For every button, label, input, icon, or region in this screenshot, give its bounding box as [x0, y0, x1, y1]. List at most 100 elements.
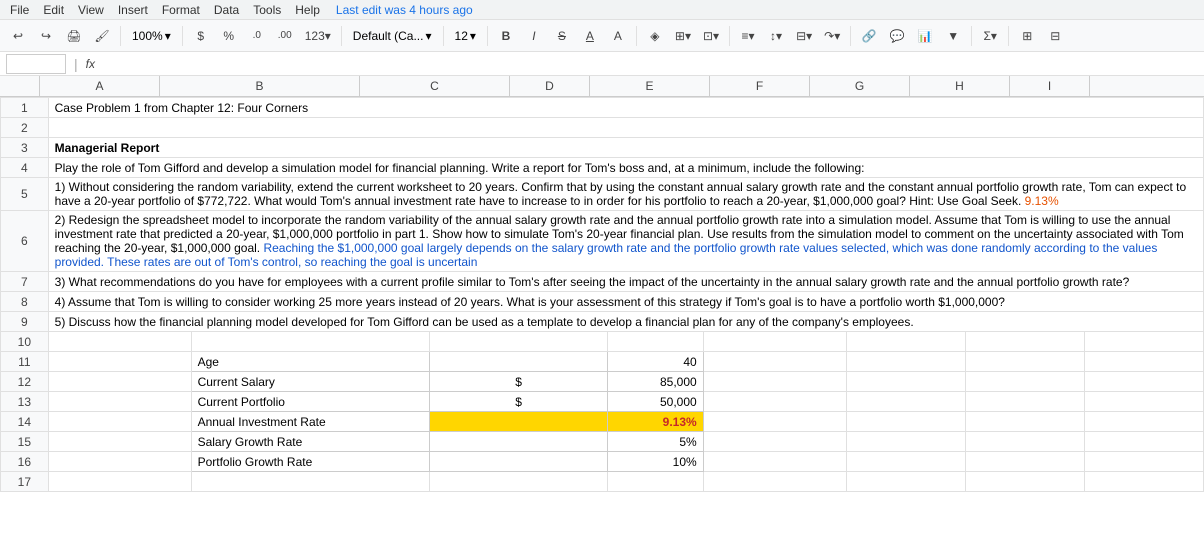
borders-button[interactable]: ⊞▾ — [671, 24, 695, 48]
data-label-salary[interactable]: Current Salary — [191, 372, 429, 392]
menu-tools[interactable]: Tools — [247, 1, 287, 19]
item5-cell[interactable]: 5) Discuss how the financial planning mo… — [48, 312, 1203, 332]
col-header-h[interactable]: H — [910, 76, 1010, 96]
data-label-age[interactable]: Age — [191, 352, 429, 372]
row-number: 11 — [1, 352, 49, 372]
decimal-increase-button[interactable]: .00 — [273, 24, 297, 48]
col-header-f[interactable]: F — [710, 76, 810, 96]
menu-help[interactable]: Help — [289, 1, 326, 19]
strikethrough-button[interactable]: S — [550, 24, 574, 48]
redo-button[interactable]: ↪ — [34, 24, 58, 48]
col-header-a[interactable]: A — [40, 76, 160, 96]
col-header-d[interactable]: D — [510, 76, 590, 96]
empty-f14 — [846, 412, 965, 432]
align-button[interactable]: ≡▾ — [736, 24, 760, 48]
empty-b10 — [191, 332, 429, 352]
print-button[interactable]: 🖨 — [62, 24, 86, 48]
col-header-e[interactable]: E — [590, 76, 710, 96]
last-edit-link[interactable]: Last edit was 4 hours ago — [336, 3, 473, 17]
row-number: 1 — [1, 98, 49, 118]
item1-highlight-text: 9.13% — [1025, 194, 1059, 208]
data-sym-investment — [429, 412, 608, 432]
section-title-cell[interactable]: Managerial Report — [48, 138, 1203, 158]
zoom-dropdown[interactable]: 100% ▾ — [127, 24, 176, 48]
data-val-investment[interactable]: 9.13% — [608, 412, 703, 432]
col-header-i[interactable]: I — [1010, 76, 1090, 96]
percent-button[interactable]: % — [217, 24, 241, 48]
explore-button[interactable]: ⊞ — [1015, 24, 1039, 48]
paragraph1-cell[interactable]: Play the role of Tom Gifford and develop… — [48, 158, 1203, 178]
font-name: Default (Ca... — [353, 29, 424, 43]
menu-data[interactable]: Data — [208, 1, 245, 19]
cell-reference-box[interactable] — [6, 54, 66, 74]
data-val-portfolio[interactable]: 50,000 — [608, 392, 703, 412]
item3-cell[interactable]: 3) What recommendations do you have for … — [48, 272, 1203, 292]
separator-9 — [971, 26, 972, 46]
separator-7 — [729, 26, 730, 46]
merge-button[interactable]: ⊡▾ — [699, 24, 723, 48]
empty-f16 — [846, 452, 965, 472]
menu-file[interactable]: File — [4, 1, 35, 19]
table-row: 15 Salary Growth Rate 5% — [1, 432, 1204, 452]
rotate-button[interactable]: ↷▾ — [820, 24, 844, 48]
table-row: 12 Current Salary $ 85,000 — [1, 372, 1204, 392]
empty-h10 — [1084, 332, 1203, 352]
data-val-salary-growth[interactable]: 5% — [608, 432, 703, 452]
row-number: 15 — [1, 432, 49, 452]
row-number: 5 — [1, 178, 49, 211]
number-format-button[interactable]: 123▾ — [301, 24, 335, 48]
comment-button[interactable]: 💬 — [885, 24, 909, 48]
table-row: 6 2) Redesign the spreadsheet model to i… — [1, 211, 1204, 272]
filter-button[interactable]: ▼ — [941, 24, 965, 48]
col-header-b[interactable]: B — [160, 76, 360, 96]
bold-button[interactable]: B — [494, 24, 518, 48]
toolbar: ↩ ↪ 🖨 🖌 100% ▾ $ % .0 .00 123▾ Default (… — [0, 20, 1204, 52]
function-button[interactable]: Σ▾ — [978, 24, 1002, 48]
empty-g12 — [965, 372, 1084, 392]
link-button[interactable]: 🔗 — [857, 24, 881, 48]
menu-insert[interactable]: Insert — [112, 1, 154, 19]
item4-cell[interactable]: 4) Assume that Tom is willing to conside… — [48, 292, 1203, 312]
data-label-investment[interactable]: Annual Investment Rate — [191, 412, 429, 432]
chart-button[interactable]: 📊 — [913, 24, 937, 48]
decimal-decrease-button[interactable]: .0 — [245, 24, 269, 48]
font-dropdown[interactable]: Default (Ca... ▾ — [348, 24, 437, 48]
item1-cell[interactable]: 1) Without considering the random variab… — [48, 178, 1203, 211]
wrap-button[interactable]: ⊟▾ — [792, 24, 816, 48]
valign-button[interactable]: ↕▾ — [764, 24, 788, 48]
data-label-portfolio-growth[interactable]: Portfolio Growth Rate — [191, 452, 429, 472]
formula-input[interactable] — [103, 57, 1198, 71]
item2-cell[interactable]: 2) Redesign the spreadsheet model to inc… — [48, 211, 1203, 272]
empty-e16 — [703, 452, 846, 472]
data-val-age[interactable]: 40 — [608, 352, 703, 372]
data-label-portfolio[interactable]: Current Portfolio — [191, 392, 429, 412]
data-label-salary-growth[interactable]: Salary Growth Rate — [191, 432, 429, 452]
menu-view[interactable]: View — [72, 1, 110, 19]
sheets-button[interactable]: ⊟ — [1043, 24, 1067, 48]
empty-g14 — [965, 412, 1084, 432]
data-val-salary[interactable]: 85,000 — [608, 372, 703, 392]
separator-4 — [443, 26, 444, 46]
italic-button[interactable]: I — [522, 24, 546, 48]
text-color-button[interactable]: A — [606, 24, 630, 48]
font-size-dropdown[interactable]: 12 ▾ — [450, 24, 481, 48]
empty-e14 — [703, 412, 846, 432]
undo-button[interactable]: ↩ — [6, 24, 30, 48]
sheet-container: 1 Case Problem 1 from Chapter 12: Four C… — [0, 97, 1204, 538]
col-header-g[interactable]: G — [810, 76, 910, 96]
currency-button[interactable]: $ — [189, 24, 213, 48]
data-val-portfolio-growth[interactable]: 10% — [608, 452, 703, 472]
data-sym-age — [429, 352, 608, 372]
row-number: 13 — [1, 392, 49, 412]
separator-8 — [850, 26, 851, 46]
row-number: 4 — [1, 158, 49, 178]
menu-format[interactable]: Format — [156, 1, 206, 19]
underline-button[interactable]: A — [578, 24, 602, 48]
empty-h14 — [1084, 412, 1203, 432]
col-header-c[interactable]: C — [360, 76, 510, 96]
paint-format-button[interactable]: 🖌 — [90, 24, 114, 48]
title-cell[interactable]: Case Problem 1 from Chapter 12: Four Cor… — [48, 98, 1203, 118]
row-number: 17 — [1, 472, 49, 492]
menu-edit[interactable]: Edit — [37, 1, 70, 19]
fill-color-button[interactable]: ◈ — [643, 24, 667, 48]
